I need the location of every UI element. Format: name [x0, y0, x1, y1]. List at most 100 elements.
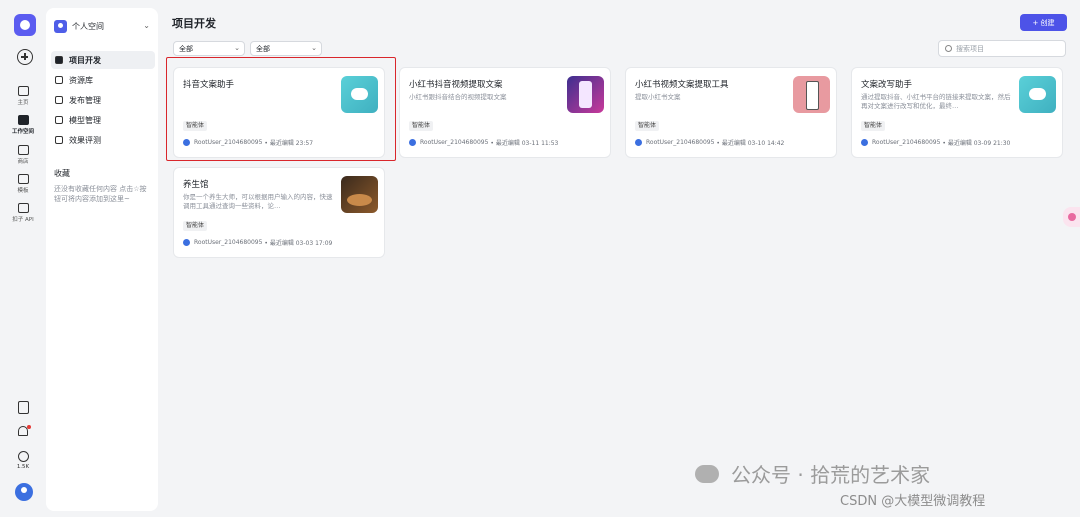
status-filter-select[interactable]: 全部 ⌄ — [250, 41, 322, 56]
type-filter-value: 全部 — [179, 44, 193, 53]
status-filter-value: 全部 — [256, 44, 270, 53]
template-icon — [17, 174, 29, 184]
card-meta: RootUser_2104680095 • 最近编辑 03-11 11:53 — [409, 138, 558, 147]
phone-screenshot-image — [567, 76, 604, 113]
card-description: 小红书跟抖音结合的视频提取文案 — [409, 93, 507, 101]
space-name: 个人空间 — [72, 21, 104, 31]
store-icon — [17, 145, 29, 155]
credits-icon[interactable] — [18, 451, 29, 462]
sidebar-item-label: 效果评测 — [69, 135, 101, 145]
space-switcher[interactable]: 个人空间 ⌄ — [54, 17, 154, 35]
watermark-text: 公众号 · 拾荒的艺术家 — [731, 463, 931, 487]
notification-bell-icon[interactable] — [16, 425, 31, 439]
sidebar-item-models[interactable]: 模型管理 — [51, 111, 155, 129]
card-type-tag: 智能体 — [409, 121, 434, 131]
rail-item-label: 扣子 API — [12, 217, 34, 223]
search-icon — [945, 45, 952, 52]
card-description: 你是一个养生大师，可以根据用户输入的内容，快速调用工具通过查询一些资料，论… — [183, 193, 333, 210]
phone-screenshot-image — [793, 76, 830, 113]
favorites-title: 收藏 — [54, 169, 70, 178]
card-meta: RootUser_2104680095 • 最近编辑 03-03 17:09 — [183, 238, 332, 247]
card-title: 文案改写助手 — [861, 80, 913, 90]
project-card[interactable]: 小红书视频文案提取工具 提取小红书文案 智能体 RootUser_2104680… — [625, 67, 837, 158]
sidebar-item-label: 模型管理 — [69, 115, 101, 125]
page-title: 项目开发 — [172, 17, 216, 30]
card-owner: RootUser_2104680095 — [194, 239, 263, 246]
home-icon — [17, 86, 29, 96]
rail-item-label: 商店 — [17, 159, 29, 165]
user-avatar-icon — [409, 139, 416, 146]
wechat-icon — [695, 464, 719, 483]
sidebar-item-publish[interactable]: 发布管理 — [51, 91, 155, 109]
sidebar-item-evaluation[interactable]: 效果评测 — [51, 131, 155, 149]
terminal-icon — [17, 115, 29, 125]
workspace-sidebar: 个人空间 ⌄ 项目开发 资源库 发布管理 模型管理 效果评测 收藏 还没有收藏任… — [46, 8, 158, 511]
card-type-tag: 智能体 — [635, 121, 660, 131]
card-meta: RootUser_2104680095 • 最近编辑 03-10 14:42 — [635, 138, 784, 147]
app-root: 主页 工作空间 商店 模板 扣子 API 1.5K 个人空间 ⌄ 项目开发 资源… — [0, 0, 1080, 517]
evaluation-icon — [55, 136, 63, 144]
project-card[interactable]: 养生馆 你是一个养生大师，可以根据用户输入的内容，快速调用工具通过查询一些资料，… — [173, 167, 385, 258]
user-avatar-icon — [861, 139, 868, 146]
left-rail: 主页 工作空间 商店 模板 扣子 API 1.5K — [0, 0, 46, 517]
card-meta: RootUser_2104680095 • 最近编辑 03-09 21:30 — [861, 138, 1010, 147]
search-input[interactable]: 搜索项目 — [938, 40, 1066, 57]
assistant-float-icon[interactable] — [1063, 207, 1080, 227]
document-icon[interactable] — [18, 401, 29, 414]
create-button[interactable]: + 创建 — [1020, 14, 1067, 31]
user-avatar-icon — [635, 139, 642, 146]
chevron-down-icon: ⌄ — [234, 44, 240, 52]
add-circle-icon[interactable] — [17, 49, 33, 65]
rail-item-templates[interactable]: 模板 — [0, 174, 46, 194]
rocket-icon — [55, 96, 63, 104]
credits-count: 1.5K — [16, 464, 30, 470]
card-owner: RootUser_2104680095 — [646, 139, 715, 146]
coze-logo-icon[interactable] — [14, 14, 36, 36]
library-icon — [55, 76, 63, 84]
card-edited-time: • 最近编辑 03-11 11:53 — [490, 140, 559, 147]
notification-dot — [27, 425, 31, 429]
rail-item-label: 工作空间 — [11, 129, 34, 135]
search-placeholder: 搜索项目 — [956, 44, 984, 53]
project-card[interactable]: 文案改写助手 通过提取抖音、小红书平台的链接来提取文案，然后再对文案进行改写和优… — [851, 67, 1063, 158]
robot-avatar-icon — [1019, 76, 1056, 113]
card-edited-time: • 最近编辑 03-03 17:09 — [264, 240, 333, 247]
card-edited-time: • 最近编辑 03-10 14:42 — [716, 140, 785, 147]
user-avatar-icon — [183, 239, 190, 246]
rail-item-workspace[interactable]: 工作空间 — [0, 115, 46, 135]
annotation-highlight-box — [166, 57, 396, 161]
card-type-tag: 智能体 — [183, 221, 208, 231]
space-avatar-icon — [54, 19, 67, 33]
card-description: 通过提取抖音、小红书平台的链接来提取文案，然后再对文案进行改写和优化，最终… — [861, 93, 1011, 110]
card-owner: RootUser_2104680095 — [872, 139, 941, 146]
sidebar-item-library[interactable]: 资源库 — [51, 71, 155, 89]
wechat-watermark: 公众号 · 拾荒的艺术家 — [695, 459, 930, 488]
card-title: 小红书抖音视频提取文案 — [409, 80, 503, 90]
sidebar-item-projects[interactable]: 项目开发 — [51, 51, 155, 69]
type-filter-select[interactable]: 全部 ⌄ — [173, 41, 245, 56]
project-card[interactable]: 小红书抖音视频提取文案 小红书跟抖音结合的视频提取文案 智能体 RootUser… — [399, 67, 611, 158]
card-description: 提取小红书文案 — [635, 93, 681, 101]
card-owner: RootUser_2104680095 — [420, 139, 489, 146]
sidebar-item-label: 项目开发 — [69, 55, 101, 65]
card-edited-time: • 最近编辑 03-09 21:30 — [942, 140, 1011, 147]
card-title: 养生馆 — [183, 180, 209, 190]
chevron-down-icon: ⌄ — [311, 44, 317, 52]
user-avatar[interactable] — [15, 483, 33, 501]
rail-item-home[interactable]: 主页 — [0, 86, 46, 106]
favorites-empty-text: 还没有收藏任何内容 点击☆按钮可将内容添加到这里~ — [54, 185, 147, 203]
rail-item-store[interactable]: 商店 — [0, 145, 46, 165]
card-type-tag: 智能体 — [861, 121, 886, 131]
card-title: 小红书视频文案提取工具 — [635, 80, 729, 90]
api-plugin-icon — [17, 203, 29, 213]
rail-item-label: 模板 — [17, 188, 29, 194]
sidebar-item-label: 资源库 — [69, 75, 93, 85]
food-photo-image — [341, 176, 378, 213]
sidebar-item-label: 发布管理 — [69, 95, 101, 105]
chevron-down-icon: ⌄ — [143, 21, 150, 30]
project-icon — [55, 56, 63, 64]
model-icon — [55, 116, 63, 124]
csdn-watermark: CSDN @大模型微调教程 — [840, 494, 986, 509]
rail-item-label: 主页 — [17, 100, 29, 106]
rail-item-api[interactable]: 扣子 API — [0, 203, 46, 223]
